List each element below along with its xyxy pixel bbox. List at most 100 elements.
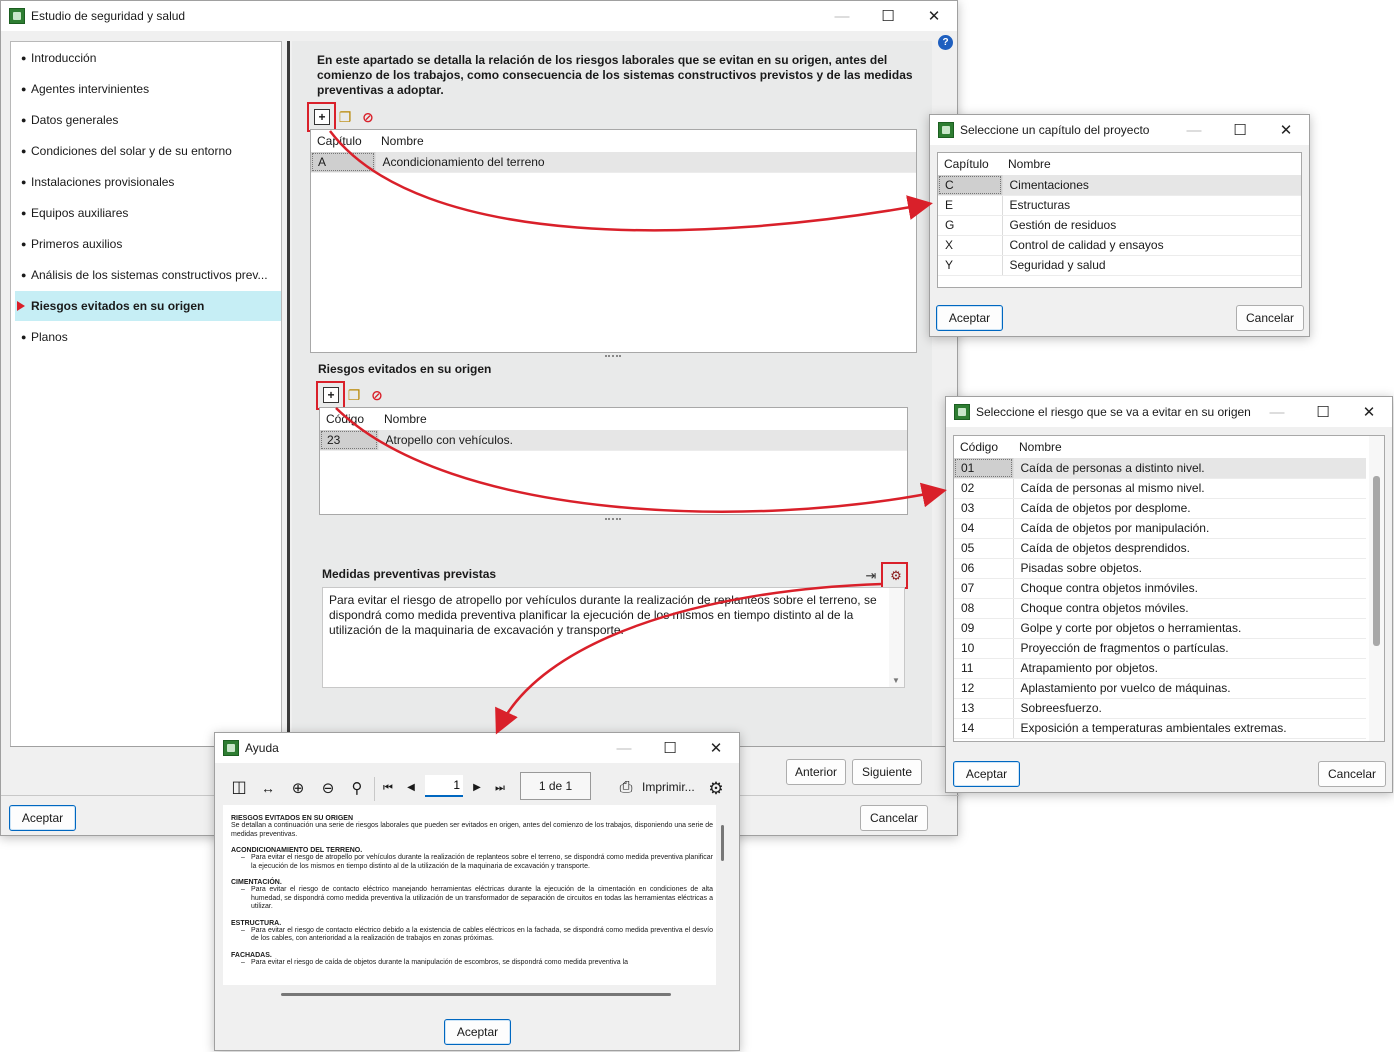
column-header-nombre[interactable]: Nombre [378,408,907,430]
import-text-icon[interactable]: ⇥ [863,567,879,583]
fit-width-icon[interactable]: ↔ [258,778,278,798]
column-header-codigo[interactable]: Código [954,436,1013,458]
close-icon[interactable]: ✕ [911,1,957,31]
nav-item-datos-generales[interactable]: ● Datos generales [15,105,281,135]
cell-code: E [938,195,1003,216]
document-scroll-thumb[interactable] [721,825,724,861]
nav-item-condiciones-solar[interactable]: ● Condiciones del solar y de su entorno [15,136,281,166]
nav-item-agentes[interactable]: ● Agentes intervinientes [15,74,281,104]
cell-code: 23 [320,430,379,451]
copy-icon[interactable]: ❐ [337,109,353,125]
minimize-icon[interactable]: — [601,733,647,763]
table-row[interactable]: X Control de calidad y ensayos [938,235,1301,256]
cell-name: Control de calidad y ensayos [1002,235,1301,256]
zoom-out-icon[interactable]: ⊖ [318,778,338,798]
column-header-codigo[interactable]: Código [320,408,378,430]
table-row[interactable]: 08 Choque contra objetos móviles. [954,598,1366,619]
cancel-button[interactable]: Cancelar [1236,305,1304,331]
close-icon[interactable]: ✕ [1346,397,1392,427]
cell-name: Caída de objetos desprendidos. [1013,538,1366,559]
accept-button[interactable]: Aceptar [444,1019,511,1045]
close-icon[interactable]: ✕ [693,733,739,763]
table-row[interactable]: 10 Proyección de fragmentos o partículas. [954,638,1366,659]
column-header-nombre[interactable]: Nombre [1002,153,1301,175]
table-row[interactable]: 03 Caída de objetos por desplome. [954,498,1366,519]
table-row[interactable]: 13 Sobreesfuerzo. [954,698,1366,719]
accept-button[interactable]: Aceptar [9,805,76,831]
delete-icon[interactable]: ⊘ [369,387,385,403]
table-row[interactable]: 11 Atrapamiento por objetos. [954,658,1366,679]
table-row[interactable]: C Cimentaciones [938,175,1301,196]
prev-page-icon[interactable]: ◀ [403,780,419,796]
nav-item-planos[interactable]: ● Planos [15,322,281,352]
zoom-area-icon[interactable]: ⚲ [347,778,367,798]
column-header-capitulo[interactable]: Capítulo [311,130,375,152]
risk-list-scrollbar[interactable] [1369,436,1384,741]
table-row[interactable]: 09 Golpe y corte por objetos o herramient… [954,618,1366,639]
nav-item-label: Análisis de los sistemas constructivos p… [31,268,268,282]
zoom-in-icon[interactable]: ⊕ [288,778,308,798]
nav-item-analisis[interactable]: ● Análisis de los sistemas constructivos … [15,260,281,290]
maximize-icon[interactable]: ☐ [1217,115,1263,145]
maximize-icon[interactable]: ☐ [865,1,911,31]
resize-handle[interactable] [605,518,621,520]
nav-item-label: Riesgos evitados en su origen [31,299,205,313]
nav-item-instalaciones[interactable]: ● Instalaciones provisionales [15,167,281,197]
minimize-icon[interactable]: — [819,1,865,31]
resize-handle[interactable] [605,355,621,357]
minimize-icon[interactable]: — [1171,115,1217,145]
table-row[interactable]: E Estructuras [938,195,1301,216]
accept-button[interactable]: Aceptar [953,761,1020,787]
table-row[interactable]: 23 Atropello con vehículos. [320,430,907,451]
table-row[interactable]: Y Seguridad y salud [938,255,1301,276]
table-row[interactable]: 14 Exposición a temperaturas ambientales … [954,718,1366,739]
main-window: Estudio de seguridad y salud — ☐ ✕ ● Intr… [0,0,959,836]
maximize-icon[interactable]: ☐ [1300,397,1346,427]
cancel-button[interactable]: Cancelar [860,805,928,831]
minimize-icon[interactable]: — [1254,397,1300,427]
table-row[interactable]: 01 Caída de personas a distinto nivel. [954,458,1366,479]
copy-icon[interactable]: ❐ [346,387,362,403]
document-hscroll-thumb[interactable] [281,993,671,996]
printer-icon[interactable]: ⎙ [615,777,637,799]
table-row[interactable]: A Acondicionamiento del terreno [311,152,916,173]
doc-heading: FACHADAS. [231,951,272,959]
scroll-thumb[interactable] [1373,476,1380,646]
column-header-capitulo[interactable]: Capítulo [938,153,1002,175]
table-row[interactable]: 07 Choque contra objetos inmóviles. [954,578,1366,599]
nav-item-label: Introducción [31,51,97,65]
cell-name: Choque contra objetos móviles. [1013,598,1366,619]
table-row[interactable]: 04 Caída de objetos por manipulación. [954,518,1366,539]
next-page-icon[interactable]: ▶ [469,780,485,796]
nav-item-primeros-auxilios[interactable]: ● Primeros auxilios [15,229,281,259]
measures-textarea[interactable]: Para evitar el riesgo de atropello por v… [322,587,905,688]
page-input[interactable] [425,775,463,797]
nav-item-equipos[interactable]: ● Equipos auxiliares [15,198,281,228]
first-page-icon[interactable]: ⏮ [380,780,396,796]
cancel-button[interactable]: Cancelar [1318,761,1386,787]
table-row[interactable]: 02 Caída de personas al mismo nivel. [954,478,1366,499]
delete-icon[interactable]: ⊘ [360,109,376,125]
settings-gear-icon[interactable]: ⚙ [705,777,727,799]
prev-button[interactable]: Anterior [786,759,846,785]
accept-button[interactable]: Aceptar [936,305,1003,331]
table-row[interactable]: 05 Caída de objetos desprendidos. [954,538,1366,559]
close-icon[interactable]: ✕ [1263,115,1309,145]
help-icon[interactable]: ? [938,35,953,50]
table-row[interactable]: 06 Pisadas sobre objetos. [954,558,1366,579]
scroll-down-icon[interactable]: ▼ [892,676,900,685]
document-view[interactable]: RIESGOS EVITADOS EN SU ORIGEN Se detalla… [223,805,716,985]
maximize-icon[interactable]: ☐ [647,733,693,763]
fit-page-icon[interactable]: ◫ [229,778,249,798]
nav-item-riesgos-evitados[interactable]: Riesgos evitados en su origen [15,291,281,321]
splitter[interactable] [287,41,290,747]
table-row[interactable]: 12 Aplastamiento por vuelco de máquinas. [954,678,1366,699]
column-header-nombre[interactable]: Nombre [1013,436,1366,458]
nav-item-introduccion[interactable]: ● Introducción [15,43,281,73]
print-label[interactable]: Imprimir... [642,780,695,794]
table-row[interactable]: G Gestión de residuos [938,215,1301,236]
last-page-icon[interactable]: ⏭ [492,780,508,796]
column-header-nombre[interactable]: Nombre [375,130,916,152]
measures-scrollbar[interactable]: ▼ [889,588,904,687]
next-button[interactable]: Siguiente [852,759,922,785]
